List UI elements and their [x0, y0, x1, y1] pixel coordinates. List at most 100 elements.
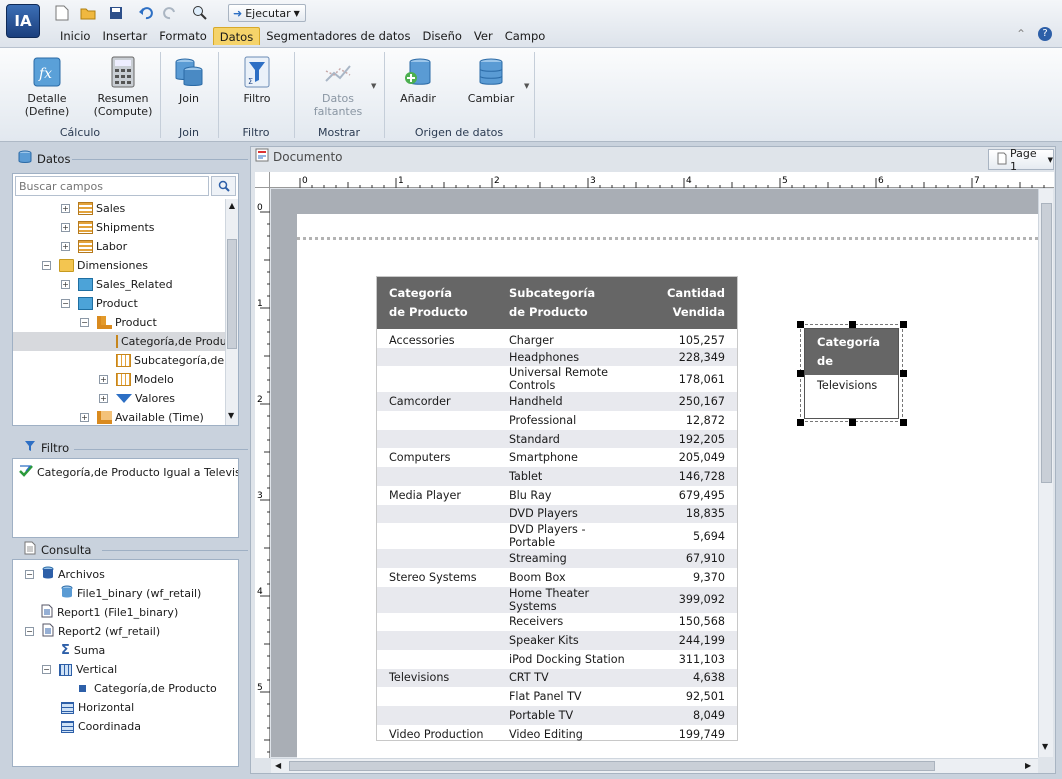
tree-item-labor[interactable]: + Labor	[61, 237, 127, 256]
scroll-down-icon[interactable]: ▼	[1042, 742, 1048, 751]
query-item-coordinada[interactable]: Coordinada	[61, 717, 141, 736]
query-item-suma[interactable]: Σ Suma	[61, 641, 105, 660]
filter-control-value[interactable]: Televisions	[805, 375, 898, 396]
help-icon[interactable]: ?	[1038, 27, 1052, 41]
detalle-define-button[interactable]: fx Detalle (Define)	[24, 56, 70, 118]
resize-handle[interactable]	[797, 321, 804, 328]
cambiar-dropdown-icon[interactable]: ▼	[524, 82, 529, 90]
cell-categoria	[377, 587, 497, 613]
search-fields-input[interactable]	[15, 176, 209, 196]
anadir-button[interactable]: Añadir	[398, 56, 438, 105]
menu-campo[interactable]: Campo	[499, 27, 552, 45]
tree-item-valores[interactable]: + Valores	[99, 389, 175, 408]
database-icon	[18, 150, 32, 167]
tree-item-shipments[interactable]: + Shipments	[61, 218, 155, 237]
new-icon[interactable]	[52, 4, 72, 22]
menu-insertar[interactable]: Insertar	[96, 27, 153, 45]
menu-bar: Inicio Insertar Formato Datos Segmentado…	[54, 27, 551, 45]
resumen-compute-button[interactable]: Resumen (Compute)	[94, 56, 152, 118]
preview-icon[interactable]	[190, 4, 210, 22]
consulta-panel-title: Consulta	[41, 542, 92, 557]
tree-item-modelo[interactable]: + Modelo	[99, 370, 174, 389]
tree-item-sales[interactable]: + Sales	[61, 199, 125, 218]
cell-subcategoria: Universal Remote Controls	[509, 366, 609, 393]
scroll-thumb[interactable]	[1041, 203, 1052, 483]
ruler-label: 3	[590, 176, 596, 186]
cell-cantidad: 399,092	[678, 593, 725, 607]
cell-subcategoria: DVD Players	[509, 507, 578, 521]
horizontal-scrollbar[interactable]: ◀ ▶	[271, 758, 1038, 773]
vertical-scrollbar[interactable]: ▼	[1038, 189, 1053, 757]
menu-datos[interactable]: Datos	[212, 27, 261, 45]
scroll-down-icon[interactable]: ▼	[228, 411, 234, 420]
query-item-archivos[interactable]: − Archivos	[25, 565, 105, 584]
scroll-thumb[interactable]	[289, 761, 935, 771]
resize-handle[interactable]	[797, 419, 804, 426]
resize-handle[interactable]	[900, 419, 907, 426]
menu-diseno[interactable]: Diseño	[416, 27, 467, 45]
cell-categoria	[377, 366, 497, 392]
database-join-icon	[173, 56, 205, 88]
fx-icon: fx	[31, 56, 63, 88]
resize-handle[interactable]	[849, 321, 856, 328]
resize-handle[interactable]	[900, 321, 907, 328]
query-item-file1[interactable]: File1_binary (wf_retail)	[61, 584, 201, 603]
scroll-thumb[interactable]	[227, 239, 237, 349]
save-icon[interactable]	[106, 4, 126, 22]
resize-handle[interactable]	[797, 370, 804, 377]
tree-item-sales-related[interactable]: + Sales_Related	[61, 275, 173, 294]
menu-ver[interactable]: Ver	[468, 27, 499, 45]
filter-control-selection[interactable]: Categoría de Producto Televisions	[797, 321, 907, 426]
filter-icon	[24, 440, 36, 455]
search-icon[interactable]	[211, 176, 236, 196]
datos-faltantes-button[interactable]: Datos faltantes	[310, 56, 366, 118]
resize-handle[interactable]	[900, 370, 907, 377]
tree-item-available-time[interactable]: + Available (Time)	[80, 408, 204, 425]
collapse-ribbon-icon[interactable]: ⌃	[1016, 27, 1026, 41]
query-item-report2[interactable]: − Report2 (wf_retail)	[25, 622, 160, 641]
menu-inicio[interactable]: Inicio	[54, 27, 96, 45]
run-button[interactable]: ➜ Ejecutar ▼	[228, 4, 306, 22]
table-row: Streaming 67,910	[377, 549, 737, 568]
query-item-report1[interactable]: Report1 (File1_binary)	[41, 603, 178, 622]
report-table: Categoría de Producto Subcategoría de Prod…	[377, 277, 737, 743]
cambiar-button[interactable]: Cambiar	[468, 56, 514, 105]
redo-icon[interactable]	[160, 4, 180, 22]
query-item-horizontal[interactable]: Horizontal	[61, 698, 134, 717]
resize-handle[interactable]	[849, 419, 856, 426]
menu-segmentadores[interactable]: Segmentadores de datos	[260, 27, 416, 45]
filter-condition-item[interactable]: Categoría,de Producto Igual a Television…	[18, 464, 238, 481]
report-table-frame[interactable]: Categoría de Producto Subcategoría de Prod…	[376, 276, 738, 741]
tree-item-dimensiones[interactable]: − Dimensiones	[42, 256, 148, 275]
values-triangle-icon	[116, 394, 132, 403]
scroll-right-icon[interactable]: ▶	[1025, 761, 1031, 770]
menu-formato[interactable]: Formato	[153, 27, 213, 45]
filter-control[interactable]: Categoría de Producto Televisions	[804, 328, 899, 419]
tree-item-product[interactable]: − Product	[61, 294, 138, 313]
app-logo[interactable]: IA	[6, 4, 40, 38]
tree-item-product-hierarchy[interactable]: − Product	[80, 313, 157, 332]
scroll-up-icon[interactable]: ▲	[226, 201, 238, 210]
query-item-vertical[interactable]: − Vertical	[42, 660, 117, 679]
title-toolbar: IA ➜ Ejecutar ▼ Inicio Insertar Formato …	[0, 0, 1062, 48]
filtro-button[interactable]: Σ Filtro	[238, 56, 276, 105]
tree-item-subcategoria[interactable]: Subcategoría,de Producto	[116, 351, 225, 370]
tree-scrollbar[interactable]: ▲ ▼	[225, 199, 238, 425]
cell-subcategoria: Receivers	[509, 615, 564, 629]
undo-icon[interactable]	[136, 4, 156, 22]
horizontal-ruler: 0 1 2 3 4 5 6 7	[270, 172, 1054, 188]
query-item-categoria[interactable]: Categoría,de Producto	[79, 679, 217, 698]
cell-subcategoria: Home Theater Systems	[509, 586, 590, 613]
scroll-left-icon[interactable]: ◀	[275, 761, 281, 770]
cell-categoria: Stereo Systems	[389, 570, 477, 584]
switch-database-icon	[475, 56, 507, 88]
datos-faltantes-dropdown-icon[interactable]: ▼	[371, 82, 376, 90]
tree-item-categoria[interactable]: Categoría,de Producto	[13, 332, 225, 351]
join-button[interactable]: Join	[170, 56, 208, 105]
open-folder-icon[interactable]	[78, 4, 98, 22]
svg-text:Σ: Σ	[248, 77, 253, 86]
page-selector[interactable]: Page 1 ▼	[988, 147, 1054, 173]
run-icon: ➜	[233, 6, 243, 20]
cell-cantidad: 105,257	[678, 333, 725, 347]
consulta-panel-header: Consulta	[10, 541, 248, 559]
